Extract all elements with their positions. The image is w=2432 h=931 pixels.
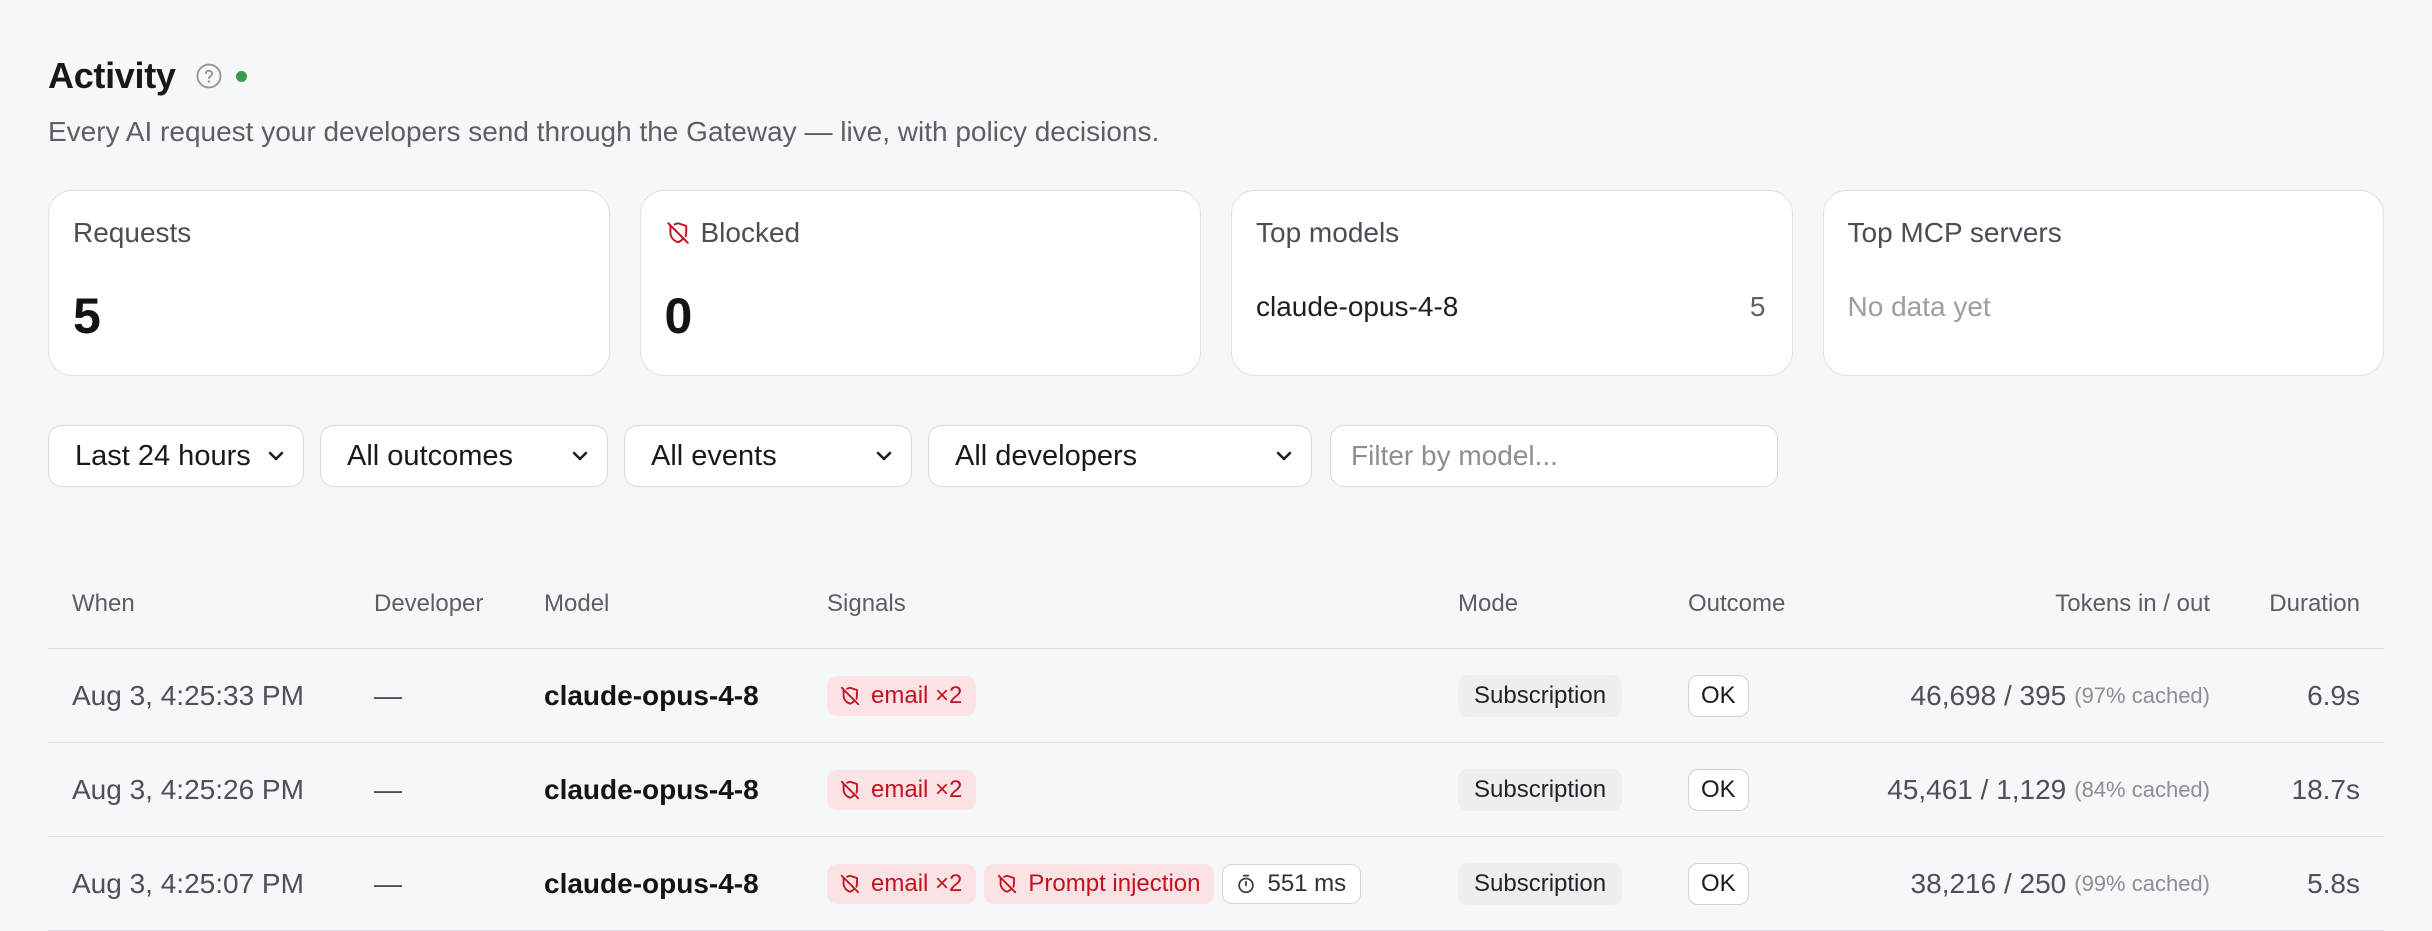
table-row[interactable]: Aug 3, 4:25:07 PM — claude-opus-4-8 emai…	[48, 837, 2384, 931]
time-range-select[interactable]: Last 24 hours	[48, 425, 304, 487]
requests-card: Requests 5	[48, 190, 610, 376]
help-icon[interactable]	[196, 63, 222, 89]
row-when: Aug 3, 4:25:07 PM	[72, 867, 304, 899]
developers-value: All developers	[955, 439, 1138, 472]
row-model: claude-opus-4-8	[544, 679, 759, 711]
row-signals: email ×2	[827, 649, 977, 742]
latency-chip: 551 ms	[1222, 863, 1362, 904]
row-developer: —	[374, 773, 402, 805]
events-select[interactable]: All events	[624, 425, 912, 487]
chevron-down-icon	[1273, 445, 1295, 467]
shield-off-icon	[666, 222, 689, 244]
header: Activity	[48, 40, 2384, 112]
outcome-badge: OK	[1688, 674, 1749, 717]
page-title: Activity	[48, 55, 176, 96]
blocked-label: Blocked	[700, 217, 801, 248]
col-outcome[interactable]: Outcome	[1688, 590, 1785, 618]
row-duration: 5.8s	[2307, 867, 2360, 899]
table-header: When Developer Model Signals Mode Outcom…	[48, 550, 2384, 649]
col-when[interactable]: When	[72, 590, 135, 618]
cache-ratio: (97% cached)	[2074, 682, 2210, 708]
top-models-card: Top models claude-opus-4-8 5	[1231, 190, 1793, 376]
row-tokens: 38,216 / 250 (99% cached)	[1911, 837, 2210, 930]
row-signals: email ×2	[827, 743, 977, 836]
row-tokens: 45,461 / 1,129 (84% cached)	[1887, 743, 2210, 836]
col-duration[interactable]: Duration	[2269, 590, 2360, 618]
page-subtitle: Every AI request your developers send th…	[48, 116, 1160, 147]
prompt-injection-chip: Prompt injection	[984, 863, 1215, 904]
tokens-value: 45,461 / 1,129	[1887, 773, 2067, 805]
row-model: claude-opus-4-8	[544, 867, 759, 899]
email-signal-label: email ×2	[871, 775, 963, 803]
col-mode[interactable]: Mode	[1458, 590, 1518, 618]
prompt-injection-label: Prompt injection	[1028, 869, 1201, 897]
stopwatch-icon	[1238, 874, 1255, 893]
tokens-value: 46,698 / 395	[1910, 679, 2067, 711]
cache-ratio: (99% cached)	[2074, 870, 2210, 896]
top-mcp-label: Top MCP servers	[1847, 217, 2062, 248]
top-mcp-empty: No data yet	[1847, 291, 1991, 322]
developers-select[interactable]: All developers	[928, 425, 1312, 487]
chevron-down-icon	[265, 445, 287, 467]
row-tokens: 46,698 / 395 (97% cached)	[1911, 649, 2210, 742]
top-models-label: Top models	[1256, 217, 1400, 248]
chevron-down-icon	[873, 445, 895, 467]
shield-off-icon	[840, 874, 860, 893]
top-model-count: 5	[1749, 291, 1766, 322]
row-when: Aug 3, 4:25:26 PM	[72, 773, 304, 805]
top-model-name: claude-opus-4-8	[1256, 291, 1459, 322]
cache-ratio: (84% cached)	[2074, 776, 2210, 802]
row-duration: 18.7s	[2291, 773, 2361, 805]
requests-label: Requests	[73, 217, 192, 248]
row-developer: —	[374, 679, 402, 711]
outcome-badge: OK	[1688, 768, 1749, 811]
activity-table: When Developer Model Signals Mode Outcom…	[48, 550, 2384, 931]
activity-page: Activity Every AI request your developer…	[48, 40, 2384, 931]
outcome-badge: OK	[1688, 862, 1749, 905]
shield-off-icon	[840, 780, 860, 799]
outcome-value: All outcomes	[347, 439, 514, 472]
email-signal-chip: email ×2	[827, 675, 977, 716]
row-signals: email ×2 Prompt injection 551 ms	[827, 837, 1362, 930]
col-model[interactable]: Model	[544, 590, 609, 618]
time-range-value: Last 24 hours	[75, 439, 251, 472]
email-signal-chip: email ×2	[827, 769, 977, 810]
live-status-dot	[235, 70, 247, 82]
filter-bar: Last 24 hours All outcomes All events Al…	[48, 424, 1778, 488]
mode-badge: Subscription	[1458, 768, 1623, 811]
latency-label: 551 ms	[1267, 869, 1347, 897]
shield-off-icon	[840, 686, 860, 705]
email-signal-chip: email ×2	[827, 863, 977, 904]
tokens-value: 38,216 / 250	[1910, 867, 2067, 899]
row-duration: 6.9s	[2307, 679, 2360, 711]
shield-off-icon	[998, 874, 1017, 893]
table-row[interactable]: Aug 3, 4:25:26 PM — claude-opus-4-8 emai…	[48, 743, 2384, 837]
model-filter-input[interactable]	[1330, 425, 1778, 487]
col-signals[interactable]: Signals	[827, 590, 906, 618]
blocked-card: Blocked 0	[639, 190, 1201, 376]
mode-badge: Subscription	[1458, 862, 1623, 905]
email-signal-label: email ×2	[871, 869, 963, 897]
row-model: claude-opus-4-8	[544, 773, 759, 805]
stat-cards: Requests 5 Blocked 0 Top models claude-o…	[48, 190, 2384, 376]
col-developer[interactable]: Developer	[374, 590, 483, 618]
row-developer: —	[374, 867, 402, 899]
row-when: Aug 3, 4:25:33 PM	[72, 679, 304, 711]
top-mcp-card: Top MCP servers No data yet	[1822, 190, 2384, 376]
col-tokens[interactable]: Tokens in / out	[2055, 590, 2210, 618]
table-row[interactable]: Aug 3, 4:25:33 PM — claude-opus-4-8 emai…	[48, 649, 2384, 743]
top-model-item: claude-opus-4-8 5	[1256, 291, 1766, 323]
requests-value: 5	[73, 288, 101, 344]
mode-badge: Subscription	[1458, 674, 1623, 717]
chevron-down-icon	[569, 445, 591, 467]
outcome-select[interactable]: All outcomes	[320, 425, 608, 487]
blocked-value: 0	[664, 288, 693, 344]
email-signal-label: email ×2	[871, 681, 963, 709]
events-value: All events	[651, 439, 777, 472]
